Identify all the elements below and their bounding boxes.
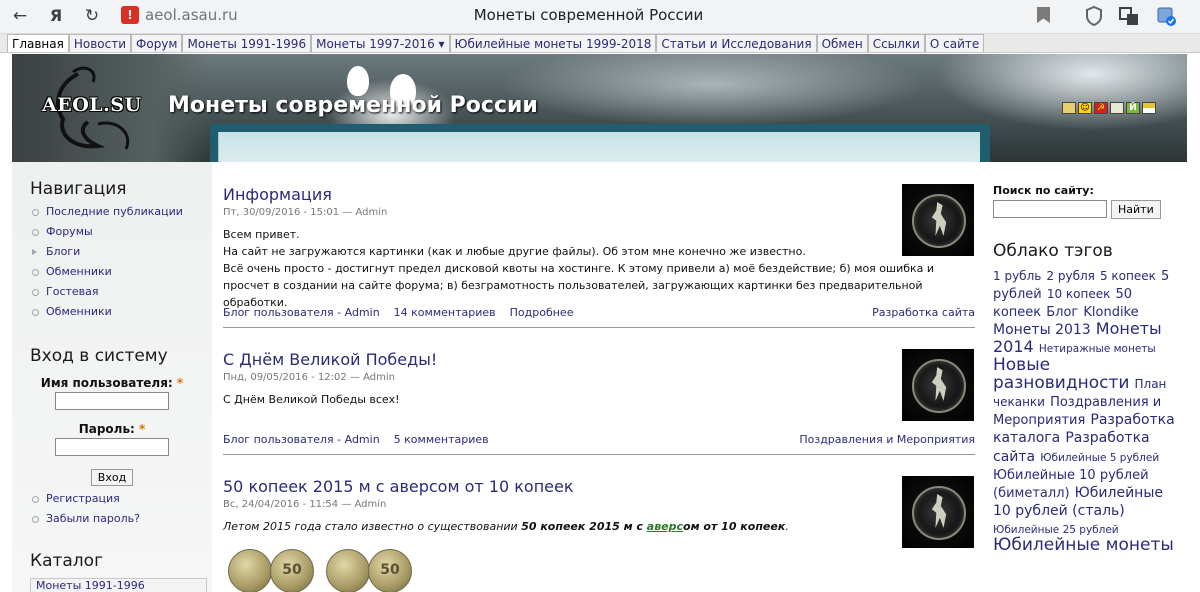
flag-icon[interactable] <box>1110 102 1124 114</box>
post-title[interactable]: Информация <box>223 185 975 204</box>
nav-item-blogs[interactable]: Блоги <box>12 242 212 262</box>
term-link[interactable]: Поздравления и Мероприятия <box>799 433 975 446</box>
tag-link[interactable]: 10 копеек <box>1047 287 1111 301</box>
post-body: Летом 2015 года стало известно о существ… <box>223 520 789 533</box>
post: 50 копеек 2015 м с аверсом от 10 копеек … <box>223 477 975 535</box>
post: С Днём Великой Победы! Пнд, 09/05/2016 -… <box>223 350 975 408</box>
forgot-password-link[interactable]: Забыли пароль? <box>12 509 212 529</box>
nav-item-exchangers-2[interactable]: Обменники <box>12 302 212 322</box>
flag-icon[interactable] <box>1142 102 1156 114</box>
post-body: С Днём Великой Победы всех! <box>223 393 400 406</box>
browser-toolbar: ← Я ↻ ! aeol.asau.ru Монеты современной … <box>0 0 1200 34</box>
catalog-item[interactable]: Монеты 1991-1996 <box>30 578 207 592</box>
tag-link[interactable]: Юбилейные монеты <box>993 535 1174 555</box>
hammer-sickle-icon[interactable]: ☭ <box>1094 102 1108 114</box>
smiley-icon[interactable]: ☺ <box>1078 102 1092 114</box>
catalog-title: Каталог <box>30 551 104 571</box>
password-field[interactable] <box>55 438 169 456</box>
extension-icon[interactable] <box>1155 5 1177 27</box>
menu-about[interactable]: О сайте <box>924 34 985 52</box>
flag-icon[interactable] <box>1062 102 1076 114</box>
coin-obverse <box>326 549 370 592</box>
avers-link[interactable]: аверс <box>647 520 683 533</box>
tag-link[interactable]: 5 копеек <box>1100 269 1156 283</box>
password-label: Пароль: * <box>78 422 146 436</box>
post-body: Всем привет. На сайт не загружаются карт… <box>223 228 935 309</box>
search-input[interactable] <box>993 200 1107 218</box>
menu-articles[interactable]: Статьи и Исследования <box>656 34 817 52</box>
login-form: Имя пользователя: * Пароль: * Вход <box>12 376 212 486</box>
username-label: Имя пользователя: * <box>40 376 184 390</box>
nav-item-guestbook[interactable]: Гостевая <box>12 282 212 302</box>
tag-link[interactable]: Блог <box>1046 305 1078 320</box>
read-more-link[interactable]: Подробнее <box>510 306 574 319</box>
content-top-band <box>218 132 980 162</box>
login-button[interactable]: Вход <box>90 469 134 486</box>
tag-link[interactable]: Klondike <box>1083 305 1138 320</box>
login-title: Вход в систему <box>30 346 168 366</box>
shield-icon[interactable] <box>1083 5 1105 27</box>
tag-link[interactable]: Нетиражные монеты <box>1039 343 1156 355</box>
nav-item-forums[interactable]: Форумы <box>12 222 212 242</box>
post: Информация Пт, 30/09/2016 - 15:01 — Admi… <box>223 185 975 311</box>
tag-link[interactable]: Юбилейные 25 рублей <box>993 524 1119 536</box>
right-sidebar: Поиск по сайту: Найти Облако тэгов 1 руб… <box>987 162 1187 592</box>
blog-link[interactable]: Блог пользователя - Admin <box>223 306 380 319</box>
snowdrop-flower <box>347 66 369 96</box>
tag-link[interactable]: Юбилейные 5 рублей <box>1040 452 1159 464</box>
menu-links[interactable]: Ссылки <box>867 34 925 52</box>
menu-home[interactable]: Главная <box>7 34 69 52</box>
term-link[interactable]: Разработка сайта <box>872 306 975 319</box>
post-meta: Вс, 24/04/2016 - 11:54 — Admin <box>223 499 387 510</box>
site-menu: Главная Новости Форум Монеты 1991-1996 М… <box>0 34 1200 53</box>
post-meta: Пт, 30/09/2016 - 15:01 — Admin <box>223 207 388 218</box>
tag-link[interactable]: 2 рубля <box>1046 269 1094 283</box>
post-meta: Пнд, 09/05/2016 - 12:02 — Admin <box>223 372 395 383</box>
tag-cloud: 1 рубль 2 рубля 5 копеек 5 рублей 10 коп… <box>993 266 1183 555</box>
language-flags: ☺ ☭ Й <box>1062 102 1156 114</box>
coin-reverse: 50 <box>270 549 314 592</box>
site-title: Монеты современной России <box>168 93 538 118</box>
navigation-menu: Последние публикации Форумы Блоги Обменн… <box>12 202 212 322</box>
left-sidebar: Навигация Последние публикации Форумы Бл… <box>12 162 212 592</box>
window-title: Монеты современной России <box>473 6 704 24</box>
coin-obverse <box>228 549 272 592</box>
tag-cloud-title: Облако тэгов <box>993 241 1113 261</box>
logo-text[interactable]: AEOL.SU <box>42 94 142 116</box>
register-link[interactable]: Регистрация <box>12 489 212 509</box>
translate-icon[interactable] <box>1118 5 1140 27</box>
main-content: Информация Пт, 30/09/2016 - 15:01 — Admi… <box>218 162 980 592</box>
post-links: Блог пользователя - Admin 14 комментарие… <box>223 306 975 319</box>
login-links: Регистрация Забыли пароль? <box>12 489 212 529</box>
search-button[interactable]: Найти <box>1111 200 1161 219</box>
tag-link[interactable]: Новые разновидности <box>993 355 1129 393</box>
post-links: Блог пользователя - Admin 5 комментариев… <box>223 433 975 446</box>
menu-jubilee-coins[interactable]: Юбилейные монеты 1999-2018 <box>449 34 657 52</box>
menu-coins-1991-1996[interactable]: Монеты 1991-1996 <box>182 34 312 52</box>
tag-link[interactable]: 1 рубль <box>993 269 1041 283</box>
post-divider <box>223 327 975 328</box>
page-edge <box>1187 54 1200 592</box>
coin-reverse: 50 <box>368 549 412 592</box>
tag-link[interactable]: Монеты 2013 <box>993 322 1091 338</box>
menu-forum[interactable]: Форум <box>131 34 183 52</box>
blog-link[interactable]: Блог пользователя - Admin <box>223 433 380 446</box>
post-divider <box>223 454 975 455</box>
menu-coins-1997-2016[interactable]: Монеты 1997-2016 ▾ <box>311 34 450 52</box>
nav-item-recent[interactable]: Последние публикации <box>12 202 212 222</box>
nav-item-exchangers[interactable]: Обменники <box>12 262 212 282</box>
search-label: Поиск по сайту: <box>993 184 1094 197</box>
comments-link[interactable]: 14 комментариев <box>394 306 496 319</box>
menu-exchange[interactable]: Обмен <box>816 34 868 52</box>
post-title[interactable]: 50 копеек 2015 м с аверсом от 10 копеек <box>223 477 975 496</box>
username-field[interactable] <box>55 392 169 410</box>
flag-icon[interactable]: Й <box>1126 102 1140 114</box>
post-title[interactable]: С Днём Великой Победы! <box>223 350 975 369</box>
menu-news[interactable]: Новости <box>68 34 132 52</box>
navigation-title: Навигация <box>30 179 127 199</box>
comments-link[interactable]: 5 комментариев <box>394 433 489 446</box>
